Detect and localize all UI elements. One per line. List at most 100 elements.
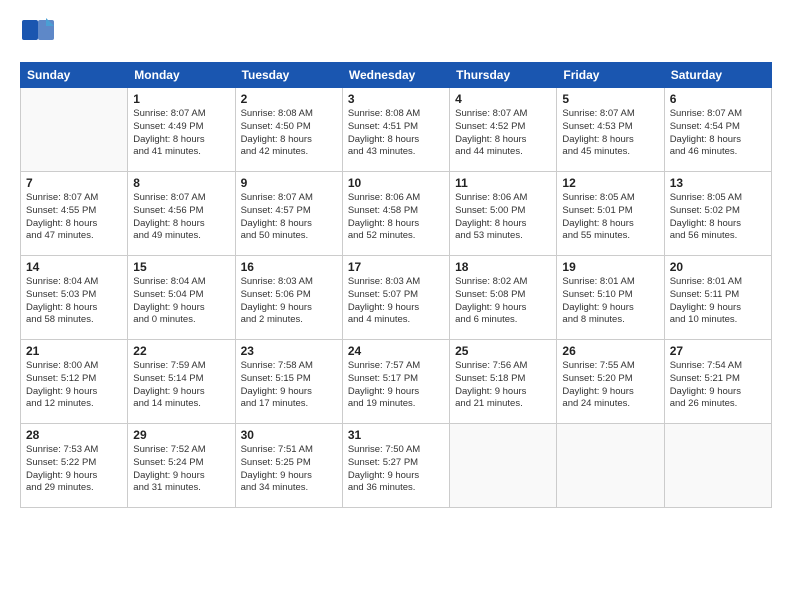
- cell-line: Sunrise: 8:08 AM: [348, 108, 444, 121]
- calendar-cell-w3-d4: 25Sunrise: 7:56 AMSunset: 5:18 PMDayligh…: [450, 340, 557, 424]
- page: SundayMondayTuesdayWednesdayThursdayFrid…: [0, 0, 792, 612]
- day-number: 7: [26, 176, 122, 190]
- cell-line: Sunset: 5:25 PM: [241, 457, 337, 470]
- cell-line: Sunset: 4:53 PM: [562, 121, 658, 134]
- weekday-header-tuesday: Tuesday: [235, 63, 342, 88]
- cell-line: Daylight: 9 hours: [241, 302, 337, 315]
- cell-line: Sunset: 5:08 PM: [455, 289, 551, 302]
- cell-line: Sunrise: 8:03 AM: [241, 276, 337, 289]
- cell-line: Sunset: 5:18 PM: [455, 373, 551, 386]
- calendar-cell-w1-d5: 12Sunrise: 8:05 AMSunset: 5:01 PMDayligh…: [557, 172, 664, 256]
- cell-line: Daylight: 8 hours: [133, 218, 229, 231]
- cell-line: Daylight: 9 hours: [562, 386, 658, 399]
- cell-line: Sunrise: 8:06 AM: [455, 192, 551, 205]
- cell-line: Sunset: 5:04 PM: [133, 289, 229, 302]
- cell-line: Sunset: 5:10 PM: [562, 289, 658, 302]
- cell-line: Sunset: 4:54 PM: [670, 121, 766, 134]
- calendar-cell-w0-d1: 1Sunrise: 8:07 AMSunset: 4:49 PMDaylight…: [128, 88, 235, 172]
- cell-line: Sunset: 4:57 PM: [241, 205, 337, 218]
- cell-line: Sunrise: 8:01 AM: [562, 276, 658, 289]
- day-number: 2: [241, 92, 337, 106]
- cell-line: Daylight: 9 hours: [348, 302, 444, 315]
- calendar-cell-w2-d3: 17Sunrise: 8:03 AMSunset: 5:07 PMDayligh…: [342, 256, 449, 340]
- cell-line: Sunset: 5:01 PM: [562, 205, 658, 218]
- day-number: 13: [670, 176, 766, 190]
- cell-line: Sunrise: 8:08 AM: [241, 108, 337, 121]
- cell-line: and 4 minutes.: [348, 314, 444, 327]
- cell-line: Daylight: 8 hours: [562, 134, 658, 147]
- cell-line: and 29 minutes.: [26, 482, 122, 495]
- cell-line: Sunset: 5:11 PM: [670, 289, 766, 302]
- day-number: 17: [348, 260, 444, 274]
- cell-line: Sunrise: 8:02 AM: [455, 276, 551, 289]
- cell-line: Sunrise: 7:54 AM: [670, 360, 766, 373]
- week-row-0: 1Sunrise: 8:07 AMSunset: 4:49 PMDaylight…: [21, 88, 772, 172]
- week-row-1: 7Sunrise: 8:07 AMSunset: 4:55 PMDaylight…: [21, 172, 772, 256]
- day-number: 6: [670, 92, 766, 106]
- day-number: 26: [562, 344, 658, 358]
- logo-icon: [20, 16, 56, 52]
- cell-line: Daylight: 9 hours: [133, 386, 229, 399]
- cell-line: Daylight: 9 hours: [348, 470, 444, 483]
- day-number: 20: [670, 260, 766, 274]
- calendar-cell-w3-d6: 27Sunrise: 7:54 AMSunset: 5:21 PMDayligh…: [664, 340, 771, 424]
- cell-line: and 6 minutes.: [455, 314, 551, 327]
- cell-line: and 10 minutes.: [670, 314, 766, 327]
- calendar-cell-w4-d4: [450, 424, 557, 508]
- calendar-cell-w3-d1: 22Sunrise: 7:59 AMSunset: 5:14 PMDayligh…: [128, 340, 235, 424]
- cell-line: and 0 minutes.: [133, 314, 229, 327]
- calendar-cell-w1-d3: 10Sunrise: 8:06 AMSunset: 4:58 PMDayligh…: [342, 172, 449, 256]
- cell-line: Sunrise: 7:53 AM: [26, 444, 122, 457]
- cell-line: and 53 minutes.: [455, 230, 551, 243]
- cell-line: Sunrise: 8:00 AM: [26, 360, 122, 373]
- cell-line: Daylight: 9 hours: [133, 470, 229, 483]
- day-number: 16: [241, 260, 337, 274]
- calendar-cell-w0-d0: [21, 88, 128, 172]
- cell-line: Sunset: 5:27 PM: [348, 457, 444, 470]
- cell-line: Sunset: 5:24 PM: [133, 457, 229, 470]
- cell-line: Sunset: 5:17 PM: [348, 373, 444, 386]
- cell-line: Daylight: 8 hours: [348, 134, 444, 147]
- calendar-cell-w1-d6: 13Sunrise: 8:05 AMSunset: 5:02 PMDayligh…: [664, 172, 771, 256]
- cell-line: Sunset: 4:50 PM: [241, 121, 337, 134]
- day-number: 31: [348, 428, 444, 442]
- cell-line: and 47 minutes.: [26, 230, 122, 243]
- cell-line: Daylight: 8 hours: [562, 218, 658, 231]
- calendar-cell-w1-d1: 8Sunrise: 8:07 AMSunset: 4:56 PMDaylight…: [128, 172, 235, 256]
- cell-line: and 46 minutes.: [670, 146, 766, 159]
- cell-line: and 58 minutes.: [26, 314, 122, 327]
- cell-line: Sunrise: 7:57 AM: [348, 360, 444, 373]
- calendar-cell-w2-d2: 16Sunrise: 8:03 AMSunset: 5:06 PMDayligh…: [235, 256, 342, 340]
- cell-line: Daylight: 9 hours: [455, 386, 551, 399]
- week-row-4: 28Sunrise: 7:53 AMSunset: 5:22 PMDayligh…: [21, 424, 772, 508]
- cell-line: and 31 minutes.: [133, 482, 229, 495]
- cell-line: and 42 minutes.: [241, 146, 337, 159]
- calendar-cell-w4-d0: 28Sunrise: 7:53 AMSunset: 5:22 PMDayligh…: [21, 424, 128, 508]
- weekday-header-monday: Monday: [128, 63, 235, 88]
- calendar-cell-w4-d5: [557, 424, 664, 508]
- cell-line: Daylight: 9 hours: [241, 470, 337, 483]
- cell-line: Daylight: 9 hours: [133, 302, 229, 315]
- cell-line: Sunset: 5:02 PM: [670, 205, 766, 218]
- cell-line: and 56 minutes.: [670, 230, 766, 243]
- cell-line: Daylight: 8 hours: [26, 302, 122, 315]
- cell-line: Sunset: 5:15 PM: [241, 373, 337, 386]
- cell-line: and 43 minutes.: [348, 146, 444, 159]
- calendar-cell-w2-d1: 15Sunrise: 8:04 AMSunset: 5:04 PMDayligh…: [128, 256, 235, 340]
- day-number: 23: [241, 344, 337, 358]
- day-number: 27: [670, 344, 766, 358]
- day-number: 30: [241, 428, 337, 442]
- cell-line: Sunset: 5:07 PM: [348, 289, 444, 302]
- calendar-cell-w3-d3: 24Sunrise: 7:57 AMSunset: 5:17 PMDayligh…: [342, 340, 449, 424]
- day-number: 12: [562, 176, 658, 190]
- weekday-header-thursday: Thursday: [450, 63, 557, 88]
- cell-line: and 21 minutes.: [455, 398, 551, 411]
- cell-line: and 49 minutes.: [133, 230, 229, 243]
- cell-line: and 19 minutes.: [348, 398, 444, 411]
- weekday-header-wednesday: Wednesday: [342, 63, 449, 88]
- weekday-header-saturday: Saturday: [664, 63, 771, 88]
- calendar-cell-w4-d6: [664, 424, 771, 508]
- calendar-cell-w0-d2: 2Sunrise: 8:08 AMSunset: 4:50 PMDaylight…: [235, 88, 342, 172]
- day-number: 29: [133, 428, 229, 442]
- cell-line: and 45 minutes.: [562, 146, 658, 159]
